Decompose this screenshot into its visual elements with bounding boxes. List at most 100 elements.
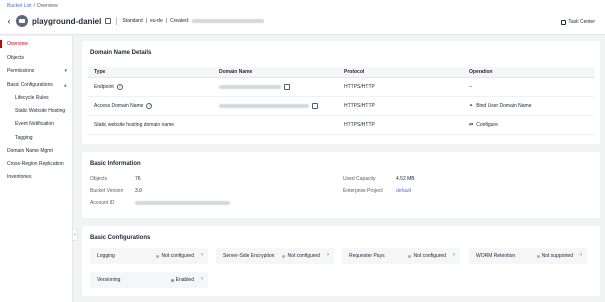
task-center-button[interactable]: Task Center [561,19,595,25]
breadcrumb: Bucket List / Overview [7,3,58,9]
breadcrumb-current: Overview [36,3,58,9]
versioning-tile[interactable]: Versioning Enabled › [90,272,208,288]
row-type-label: Endpoint [94,84,114,90]
row-domain [219,84,290,90]
used-capacity-label: Used Capacity [343,176,376,182]
status-dot-icon [156,254,160,258]
status-text: Not configured [413,253,446,259]
status-text: Not configured [287,253,320,259]
worm-retention-tile[interactable]: WORM Retention Not supported › [469,248,587,264]
sidebar-item-event-notification[interactable]: Event Notification [15,120,69,128]
status-text: Enabled [175,277,194,283]
sidebar-item-overview[interactable]: Overview [7,40,69,48]
sidebar-item-basic-configurations[interactable]: Basic Configurations ▾ [7,81,69,89]
tile-status: Not supported [536,253,573,259]
table-row: Static website hosting domain name HTTPS… [88,116,594,135]
row-type-label: Access Domain Name [94,103,144,109]
meta-separator: | [165,18,168,24]
table-row: Endpoint ? HTTPS/HTTP -- [88,78,594,97]
copy-icon[interactable] [284,84,290,90]
row-protocol: HTTPS/HTTP [344,84,375,90]
breadcrumb-bucket-list[interactable]: Bucket List [7,3,31,9]
sidebar-item-inventories[interactable]: Inventories [7,173,69,181]
section-title: Domain Name Details [90,50,152,56]
row-type: Access Domain Name ? [94,103,153,109]
status-text: Not supported [541,253,573,259]
configure-link[interactable]: ⇄ Configure [469,122,498,128]
bucket-meta: Standard | eu-de | Created: [122,18,265,24]
status-dot-icon [170,278,174,282]
sidebar: Overview Objects Permissions ▾ Basic Con… [0,36,73,302]
table-header: Type Domain Name Protocol Operation [88,67,594,78]
tile-status: Not configured [282,253,320,259]
sidebar-item-tagging[interactable]: Tagging [15,134,69,142]
chevron-down-icon: ▾ [64,68,67,74]
tile-status: Not configured [156,253,194,259]
domain-name-details-card: Domain Name Details Type Domain Name Pro… [82,41,600,144]
column-header-protocol: Protocol [344,69,365,75]
basic-configurations-card: Basic Configurations Logging Not configu… [82,226,600,296]
chevron-right-icon: › [453,252,455,258]
chevron-right-icon: › [201,252,203,258]
row-protocol: HTTPS/HTTP [344,122,375,128]
account-id-redacted [135,201,230,205]
bind-user-domain-name-link[interactable]: ⚭ Bind User Domain Name [469,103,532,109]
task-center-icon [561,19,567,25]
enterprise-project-link[interactable]: default [396,188,411,194]
help-icon[interactable]: ? [146,103,153,109]
tile-label: WORM Retention [476,253,516,259]
created-date-redacted [192,19,265,23]
sidebar-item-static-website-hosting[interactable]: Static Website Hosting [15,107,69,115]
status-dot-icon [408,254,412,258]
column-header-type: Type [94,69,106,75]
bucket-version-value: 3.0 [135,188,142,194]
row-type-label: Static website hosting domain name [94,122,175,128]
breadcrumb-separator: / [33,3,35,9]
used-capacity-value: 4.52 MB [396,176,415,182]
configure-icon: ⇄ [469,122,474,128]
tile-status: Enabled [170,277,194,283]
sidebar-item-objects[interactable]: Objects [7,54,69,62]
active-indicator [0,40,2,48]
sidebar-item-permissions[interactable]: Permissions ▾ [7,67,69,75]
basic-information-card: Basic Information Objects 76 Bucket Vers… [82,152,600,218]
row-domain [219,103,318,109]
section-title: Basic Configurations [90,235,151,241]
column-header-domain: Domain Name [219,69,253,75]
bucket-name: playground-daniel [32,16,102,26]
tile-status: Not configured [408,253,446,259]
sidebar-item-label: Permissions [7,68,35,74]
chevron-right-icon: › [580,252,582,258]
bucket-version-label: Bucket Version [90,188,124,194]
region: eu-de [149,18,163,24]
row-operation: -- [469,84,473,90]
sidebar-item-lifecycle-rules[interactable]: Lifecycle Rules [15,94,69,102]
sidebar-collapse-button[interactable]: ‹ [73,229,78,241]
sidebar-item-label: Basic Configurations [7,82,53,88]
chevron-right-icon: › [201,276,203,282]
table-row: Access Domain Name ? HTTPS/HTTP ⚭ Bind U… [88,97,594,116]
objects-label: Objects [90,176,107,182]
created-label: Created: [170,18,190,24]
logging-tile[interactable]: Logging Not configured › [90,248,208,264]
chevron-right-icon: › [327,252,329,258]
account-id-label: Account ID [90,200,115,206]
tile-label: Logging [97,253,115,259]
operation-label: Configure [476,122,498,128]
server-side-encryption-tile[interactable]: Server-Side Encryption Not configured › [216,248,334,264]
tile-label: Requester Pays [349,253,385,259]
column-header-operation: Operation [469,69,493,75]
sidebar-item-cross-region-replication[interactable]: Cross-Region Replication [7,160,69,168]
help-icon[interactable]: ? [116,84,123,90]
refresh-icon[interactable] [105,18,112,24]
sidebar-item-domain-name-mgmt[interactable]: Domain Name Mgmt [7,147,69,155]
enterprise-project-label: Enterprise Project [343,188,383,194]
bucket-icon [16,15,28,27]
section-title: Basic Information [90,161,141,167]
row-protocol: HTTPS/HTTP [344,103,375,109]
tile-label: Server-Side Encryption [223,253,275,259]
back-icon[interactable]: ‹ [5,16,13,26]
copy-icon[interactable] [312,103,318,109]
row-type: Endpoint ? [94,84,123,90]
requester-pays-tile[interactable]: Requester Pays Not configured › [342,248,460,264]
